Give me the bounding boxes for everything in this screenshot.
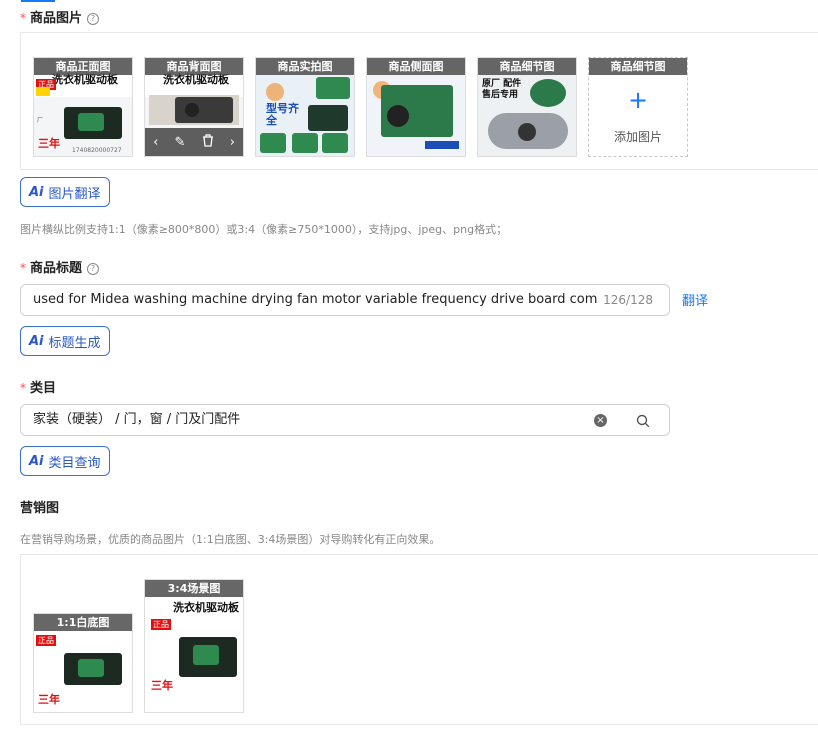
product-photo [367,75,465,156]
product-image-side[interactable]: 商品侧面图 [366,57,466,157]
help-icon[interactable]: ? [87,263,100,275]
search-icon [636,414,650,428]
category-query-button[interactable]: Ai 类目查询 [20,446,110,476]
add-image-slot[interactable]: 商品细节图 + 添加图片 [588,57,688,157]
marketing-image-square[interactable]: 正品 三年 1:1白底图 [33,613,133,713]
chevron-right-icon[interactable]: › [230,135,235,150]
product-title-label: * 商品标题? [20,257,100,276]
title-translate-link[interactable]: 翻译 [682,290,708,309]
add-image-label: 添加图片 [613,130,662,144]
image-caption: 商品实拍图 [256,58,354,75]
category-label: * 类目 [20,381,57,396]
product-photo: 洗衣机驱动板 正品 厂 三年 1740820000727 [34,73,132,156]
char-counter: 126/128 [597,285,653,315]
product-image-detail[interactable]: 原厂 配件 售后专用 商品细节图 [477,57,577,157]
edit-icon[interactable]: ✎ [174,135,185,150]
product-image-real[interactable]: 型号齐全 商品实拍图 [255,57,355,157]
help-icon[interactable]: ? [87,13,100,25]
marketing-images-label: 营销图 [20,501,60,516]
image-hover-toolbar: ‹ ✎ › [145,128,243,156]
image-caption: 1:1白底图 [34,614,132,631]
ai-icon: Ai [29,184,44,200]
product-image-front[interactable]: 洗衣机驱动板 正品 厂 三年 1740820000727 商品正面图 [33,57,133,157]
image-translate-button[interactable]: Ai 图片翻译 [20,177,110,207]
trash-icon[interactable] [202,134,214,150]
plus-icon: + [627,86,649,114]
marketing-images-panel: 正品 三年 1:1白底图 洗衣机驱动板 正品 三年 3:4场景图 [20,554,818,725]
image-format-hint: 图片横纵比例支持1:1（像素≥800*800）或3:4（像素≥750*1000）… [20,223,508,236]
image-caption: 商品侧面图 [367,58,465,75]
marketing-hint: 在营销导购场景，优质的商品图片（1:1白底图、3:4场景图）对导购转化有正向效果… [20,533,441,546]
product-photo: 正品 三年 [34,631,132,712]
image-caption: 3:4场景图 [145,580,243,597]
image-caption: 商品细节图 [478,58,576,75]
product-images-label: * 商品图片? [20,7,100,26]
active-tab-indicator [21,0,55,2]
chevron-left-icon[interactable]: ‹ [153,135,158,150]
marketing-image-portrait[interactable]: 洗衣机驱动板 正品 三年 3:4场景图 [144,579,244,713]
product-photo: 洗衣机驱动板 正品 三年 [145,597,243,712]
product-image-back[interactable]: 洗衣机驱动板 商品背面图 ‹ ✎ › [144,57,244,157]
product-photo: 原厂 配件 售后专用 [478,75,576,156]
image-caption: 商品正面图 [34,58,132,75]
category-select[interactable]: 家装（硬装） / 门，窗 / 门及门配件 × [20,404,618,436]
product-images-panel: 洗衣机驱动板 正品 厂 三年 1740820000727 商品正面图 洗衣机驱动… [20,32,818,170]
product-title-input[interactable]: used for Midea washing machine drying fa… [20,284,670,316]
category-search-button[interactable] [617,404,670,436]
image-caption: 商品背面图 [145,58,243,75]
ai-icon: Ai [29,333,44,349]
title-generate-button[interactable]: Ai 标题生成 [20,326,110,356]
clear-icon[interactable]: × [594,414,607,427]
ai-icon: Ai [29,453,44,469]
product-photo: 型号齐全 [256,75,354,156]
